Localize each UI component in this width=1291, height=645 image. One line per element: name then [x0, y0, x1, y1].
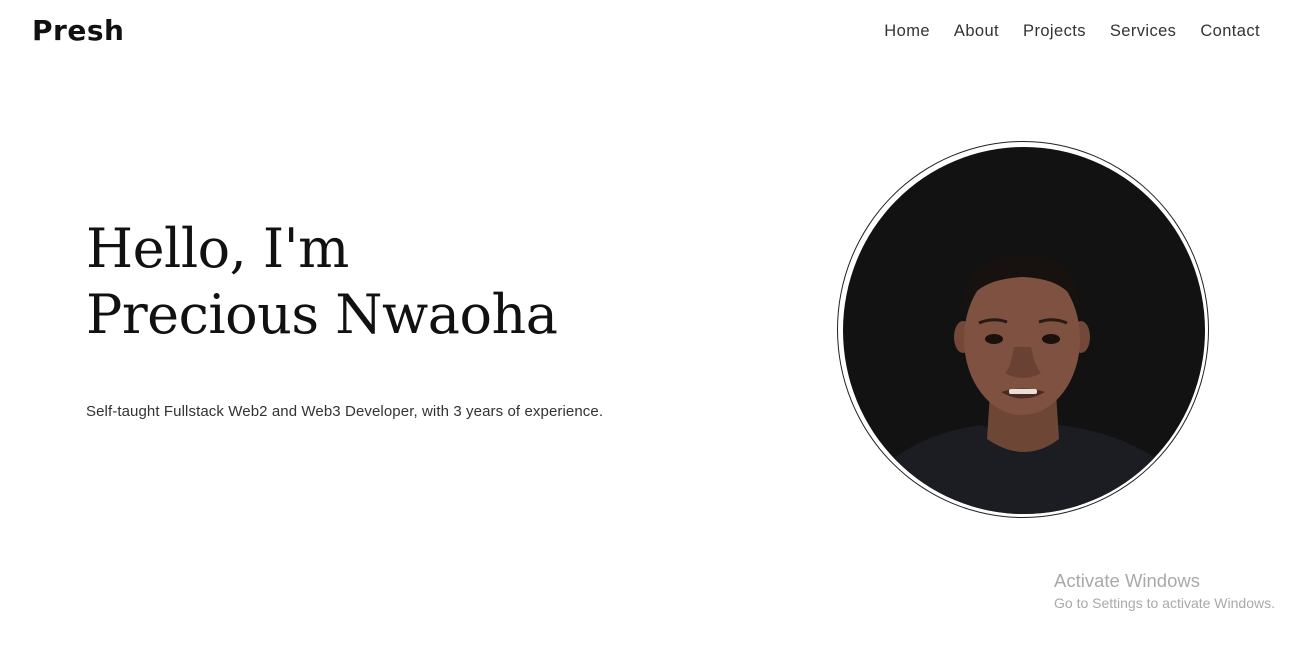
page: Presh Home About Projects Services Conta… — [0, 0, 1291, 645]
watermark-subtitle: Go to Settings to activate Windows. — [1054, 595, 1275, 611]
profile-photo-illustration — [868, 255, 1183, 514]
site-logo[interactable]: Presh — [32, 14, 124, 47]
nav-link-home[interactable]: Home — [884, 22, 930, 41]
hero-title: Hello, I'm Precious Nwaoha — [86, 216, 558, 348]
hero-title-name: Precious Nwaoha — [86, 283, 558, 346]
activate-windows-watermark: Activate Windows Go to Settings to activ… — [1054, 570, 1275, 614]
hero-subtitle: Self-taught Fullstack Web2 and Web3 Deve… — [86, 403, 604, 420]
hero-title-greeting: Hello, I'm — [86, 217, 349, 280]
nav-link-about[interactable]: About — [954, 22, 999, 41]
main-nav: Home About Projects Services Contact — [884, 22, 1260, 41]
profile-photo — [843, 147, 1205, 514]
nav-link-contact[interactable]: Contact — [1200, 22, 1260, 41]
nav-link-projects[interactable]: Projects — [1023, 22, 1086, 41]
nav-link-services[interactable]: Services — [1110, 22, 1176, 41]
watermark-title: Activate Windows — [1054, 570, 1200, 591]
